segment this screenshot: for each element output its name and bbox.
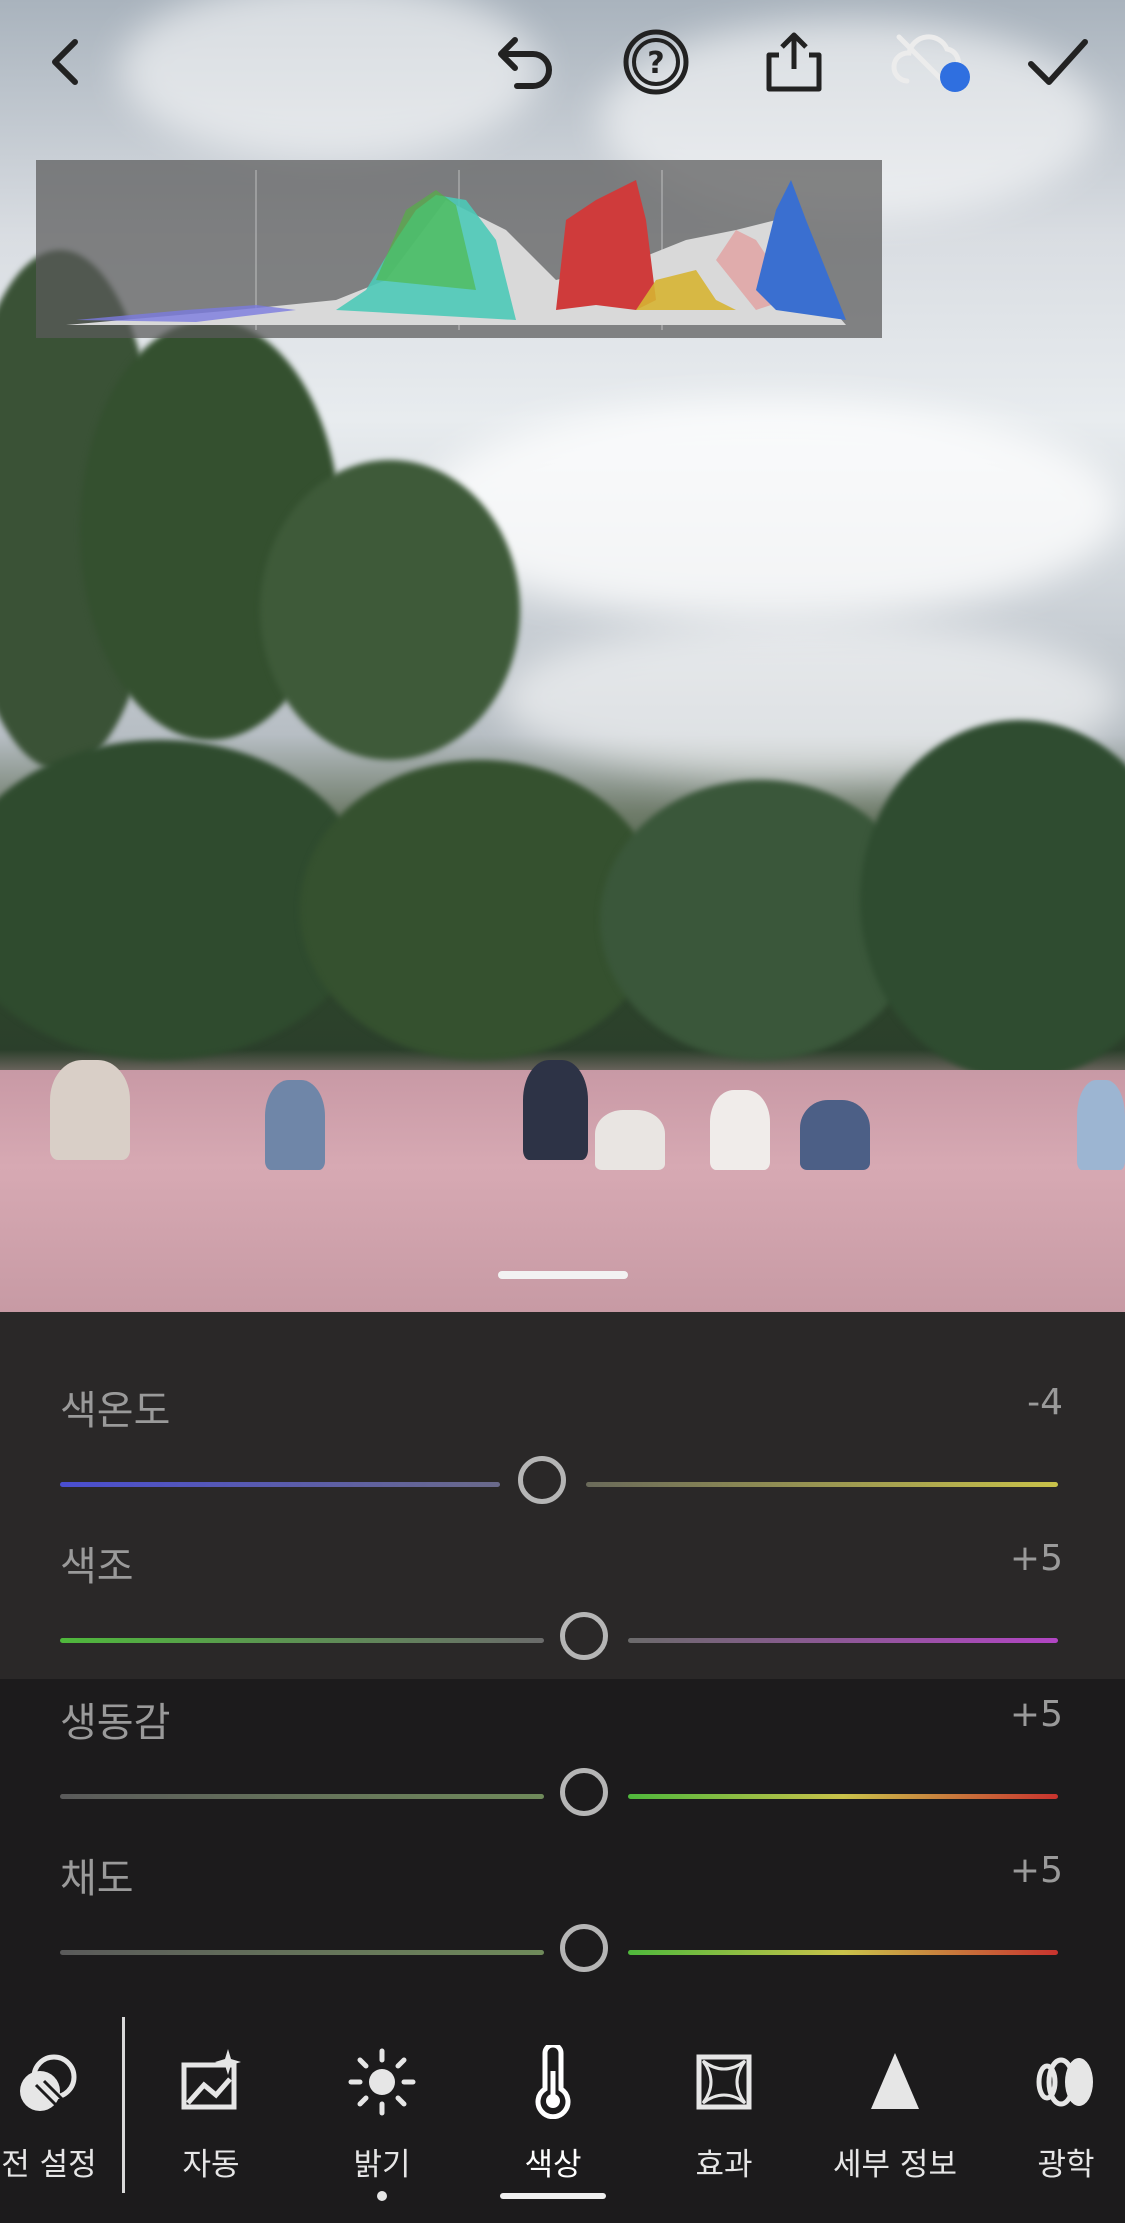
slider-track-left[interactable] [60, 1794, 544, 1799]
slider-tint[interactable]: 색조 +5 [0, 1488, 1125, 1660]
help-button[interactable]: ? [616, 22, 696, 102]
tool-detail[interactable]: 세부 정보 [810, 2047, 980, 2187]
tool-label: 자동 [182, 2147, 240, 2183]
confirm-button[interactable] [1018, 22, 1098, 102]
active-tool-underline [500, 2193, 606, 2199]
slider-track-right[interactable] [586, 1482, 1058, 1487]
slider-thumb[interactable] [560, 1924, 608, 1972]
tool-presets[interactable]: 전 설정 [0, 2047, 134, 2187]
color-thermometer-icon [535, 2045, 571, 2119]
tool-color[interactable]: 색상 [468, 2045, 638, 2187]
tool-label: 전 설정 [1, 2147, 97, 2183]
tool-label: 밝기 [353, 2147, 411, 2183]
slider-track-right[interactable] [628, 1950, 1058, 1955]
optics-lens-icon [1036, 2057, 1093, 2107]
auto-enhance-icon [181, 2049, 241, 2110]
slider-value[interactable]: +5 [1010, 1850, 1063, 1891]
panel-drag-handle[interactable] [498, 1271, 628, 1279]
tool-optics[interactable]: 광학 [981, 2047, 1125, 2187]
tool-label: 효과 [695, 2147, 753, 2183]
back-icon [52, 39, 78, 85]
slider-label: 색조 [60, 1544, 134, 1590]
slider-track-right[interactable] [628, 1638, 1058, 1643]
cloud-sync-icon [891, 34, 970, 92]
detail-triangle-icon [871, 2053, 919, 2109]
histogram-graph [66, 170, 846, 330]
toolbar-divider [122, 2017, 125, 2193]
back-button[interactable] [26, 22, 106, 102]
help-icon: ? [623, 29, 689, 95]
slider-track-right[interactable] [628, 1794, 1058, 1799]
svg-text:?: ? [647, 46, 664, 81]
undo-button[interactable] [484, 22, 564, 102]
tool-label: 색상 [524, 2147, 582, 2183]
share-button[interactable] [754, 22, 834, 102]
brightness-sun-icon [348, 2048, 416, 2116]
slider-track-left[interactable] [60, 1482, 500, 1487]
cloud-sync-button[interactable] [884, 22, 984, 102]
slider-label: 색온도 [60, 1388, 171, 1434]
light-tool-indicator-dot [377, 2191, 387, 2201]
histogram[interactable] [36, 160, 882, 338]
color-adjust-panel: 색온도 -4 색조 +5 생동감 +5 채도 +5 [0, 1312, 1125, 2017]
undo-icon [498, 37, 552, 89]
slider-value[interactable]: +5 [1010, 1538, 1063, 1579]
slider-vibrance[interactable]: 생동감 +5 [0, 1644, 1125, 1816]
slider-temperature[interactable]: 색온도 -4 [0, 1332, 1125, 1504]
share-icon [766, 32, 822, 92]
top-toolbar: ? [0, 0, 1125, 130]
slider-label: 채도 [60, 1856, 134, 1902]
confirm-check-icon [1028, 39, 1088, 85]
slider-saturation[interactable]: 채도 +5 [0, 1800, 1125, 1972]
tool-label: 세부 정보 [833, 2147, 957, 2183]
slider-value[interactable]: -4 [1027, 1382, 1063, 1423]
tool-label: 광학 [1037, 2147, 1095, 2183]
slider-track-left[interactable] [60, 1950, 544, 1955]
tool-effects[interactable]: 효과 [639, 2047, 809, 2187]
slider-label: 생동감 [60, 1700, 171, 1746]
effects-vignette-icon [696, 2054, 752, 2110]
presets-icon [20, 2054, 77, 2111]
slider-value[interactable]: +5 [1010, 1694, 1063, 1735]
tool-auto[interactable]: 자동 [126, 2047, 296, 2187]
tool-light[interactable]: 밝기 [297, 2047, 467, 2187]
slider-track-left[interactable] [60, 1638, 544, 1643]
